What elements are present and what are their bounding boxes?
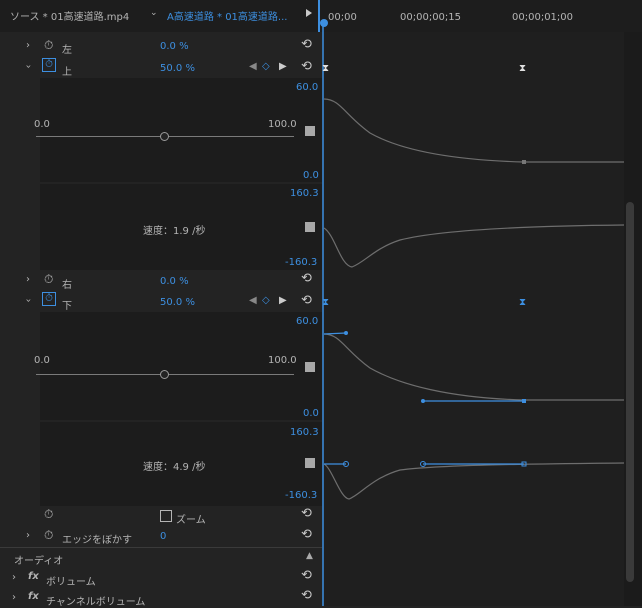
value-curve-top [323,98,624,163]
keyframe-marker-icon: ⧗ [519,297,526,308]
keyframe-point [522,160,526,164]
speed-curve-top [323,224,625,268]
bezier-handle [323,332,347,335]
graph-curves: ⧗ ⧗ ⧗ ⧗ [320,19,625,606]
value-curve-bottom [323,333,624,401]
keyframe-marker-icon: ⧗ [322,297,329,308]
keyframe-point [522,399,526,403]
keyframe-marker-icon: ⧗ [322,63,329,74]
playhead-handle [320,19,328,27]
bezier-handle-point [421,399,425,403]
bezier-handle-point [344,331,348,335]
keyframe-marker-icon: ⧗ [519,63,526,74]
speed-curve-bottom [323,462,625,500]
